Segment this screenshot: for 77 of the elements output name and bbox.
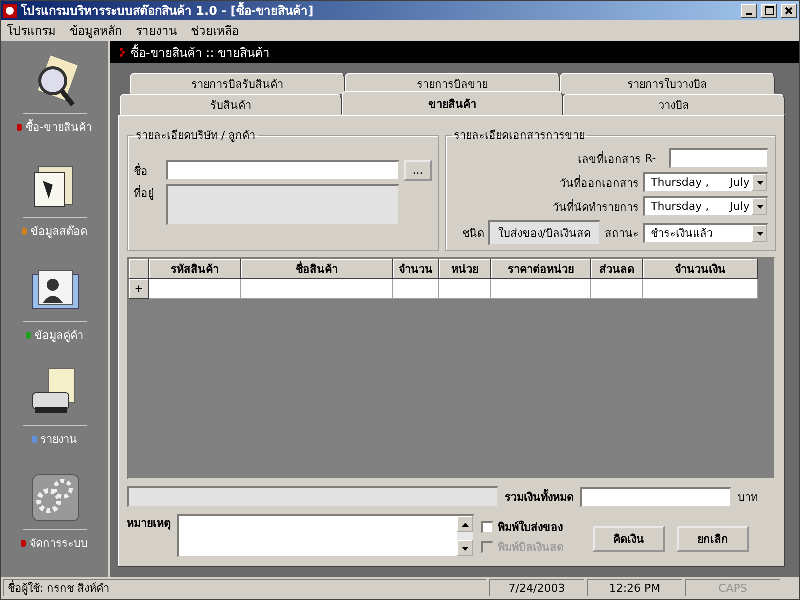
field-label: วันที่ออกเอกสาร — [560, 174, 639, 192]
date-dropdown[interactable]: Thursday , July — [643, 196, 769, 217]
scroll-up-icon[interactable] — [457, 516, 473, 532]
total-field[interactable] — [580, 486, 732, 508]
table-cell[interactable] — [241, 279, 393, 299]
close-icon — [785, 6, 793, 14]
sidebar-label: ซื้อ-ขายสินค้า — [26, 118, 92, 136]
prefix-label: R- — [645, 152, 658, 165]
maximize-button[interactable] — [761, 4, 777, 18]
browse-button[interactable]: ... — [404, 160, 432, 181]
type-value: ใบส่งของ/บิลเงินสด — [488, 220, 601, 246]
address-field[interactable] — [166, 184, 400, 226]
table-cell[interactable] — [591, 279, 643, 299]
sidebar-item[interactable]: ซื้อ-ขายสินค้า — [1, 51, 108, 147]
field-label: ที่อยู่ — [134, 184, 155, 202]
scroll-down-icon[interactable] — [457, 540, 473, 556]
tab[interactable]: รับสินค้า — [120, 94, 342, 115]
field-label: เลขที่เอกสาร — [578, 150, 641, 168]
sidebar-label: ข้อมูลคู่ค้า — [34, 328, 84, 344]
close-button[interactable] — [781, 4, 797, 18]
app-icon — [3, 4, 17, 18]
checkbox[interactable] — [481, 520, 494, 534]
menu-item[interactable]: ข้อมูลหลัก — [70, 21, 122, 40]
maximize-icon — [764, 6, 774, 15]
field-label: ชื่อ — [134, 162, 149, 180]
column-header[interactable]: จำนวนเงิน — [643, 259, 758, 279]
user-status: ชื่อผู้ใช้: กรกช สิงห์คำ — [3, 579, 487, 597]
action-button[interactable]: ยกเลิก — [677, 526, 749, 552]
notes-field[interactable] — [177, 514, 475, 558]
field-label: วันที่นัดทำรายการ — [553, 198, 639, 216]
caps-indicator: CAPS — [685, 579, 781, 597]
window-title: โปรแกรมบริหารระบบสต๊อกสินค้า 1.0 - [ซื้อ-ขายสินค้า] — [21, 1, 737, 20]
currency-label: บาท — [738, 490, 758, 506]
table-cell[interactable] — [393, 279, 439, 299]
table-cell[interactable] — [439, 279, 491, 299]
tab[interactable]: ขายสินค้า — [342, 91, 564, 115]
sidebar-item[interactable]: ข้อมูลคู่ค้า — [1, 259, 108, 355]
minimize-icon — [746, 12, 752, 14]
table-cell[interactable] — [643, 279, 758, 299]
menu-item[interactable]: ช่วยเหลือ — [191, 21, 239, 40]
column-header[interactable]: จำนวน — [393, 259, 439, 279]
column-header[interactable]: ราคาต่อหน่วย — [491, 259, 591, 279]
action-button[interactable]: คิดเงิน — [593, 526, 665, 552]
menu-item[interactable]: รายงาน — [136, 21, 177, 40]
sidebar-label: รายงาน — [40, 432, 78, 448]
sidebar-label: จัดการระบบ — [30, 536, 88, 552]
total-label: รวมเงินทั้งหมด — [505, 488, 574, 506]
checkbox-option[interactable]: พิมพ์ใบส่งของ — [481, 518, 581, 536]
field-label: สถานะ — [605, 226, 639, 242]
sidebar-item[interactable]: จัดการระบบ — [1, 467, 108, 563]
field-label: ชนิด — [462, 226, 484, 242]
column-header[interactable]: รหัสสินค้า — [149, 259, 241, 279]
sidebar-item[interactable]: รายงาน — [1, 363, 108, 459]
minimize-button[interactable] — [741, 4, 757, 18]
notes-label: หมายเหตุ — [127, 516, 171, 532]
date-dropdown[interactable]: Thursday , July — [643, 172, 769, 193]
tab[interactable]: รายการบิลรับสินค้า — [130, 73, 345, 94]
table-cell[interactable] — [149, 279, 241, 299]
sidebar-label: ข้อมูลสต๊อค — [30, 224, 88, 240]
column-header[interactable]: หน่วย — [439, 259, 491, 279]
column-header[interactable]: ชื่อสินค้า — [241, 259, 393, 279]
table-cell[interactable] — [491, 279, 591, 299]
time-status: 12:26 PM — [587, 579, 683, 597]
group-title: รายละเอียดเอกสารการขาย — [453, 128, 586, 144]
sidebar-item[interactable]: ข้อมูลสต๊อค — [1, 155, 108, 251]
tab[interactable]: รายการใบวางบิล — [560, 73, 775, 94]
bullet-icon — [120, 48, 125, 56]
group-title: รายละเอียดบริษัท / ลูกค้า — [135, 128, 257, 144]
row-marker: + — [129, 279, 149, 299]
status-dropdown[interactable]: ชำระเงินแล้ว — [643, 222, 769, 244]
section-title: ซื้อ-ขายสินค้า :: ขายสินค้า — [131, 43, 270, 62]
name-field[interactable] — [166, 160, 400, 181]
document-number-field[interactable] — [669, 148, 769, 169]
column-header[interactable]: ส่วนลด — [591, 259, 643, 279]
tab[interactable]: วางบิล — [563, 94, 786, 115]
menu-item[interactable]: โปรแกรม — [7, 21, 56, 40]
date-status: 7/24/2003 — [489, 579, 585, 597]
